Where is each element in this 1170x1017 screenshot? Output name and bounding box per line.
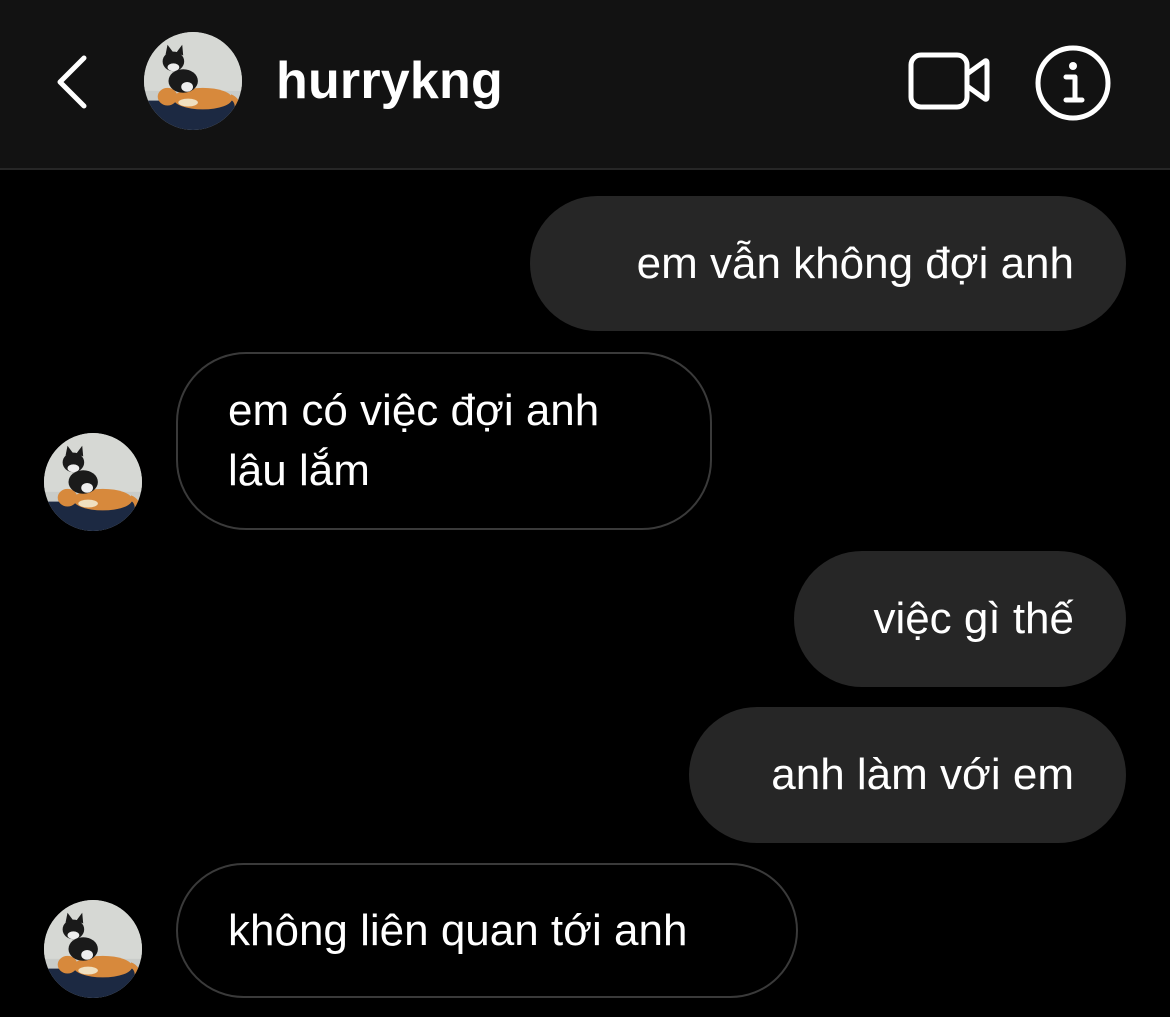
info-button[interactable] [1034,44,1112,122]
message-text: em có việc đợi anh lâu lắm [228,386,600,495]
message-bubble-outgoing[interactable]: anh làm với em [689,707,1126,843]
chat-screen: hurrykng em vẫn không đợi anh em có việc… [0,0,1170,1017]
message-text: anh làm với em [771,750,1074,799]
message-bubble-incoming[interactable]: không liên quan tới anh [176,863,798,998]
video-camera-icon [908,52,990,110]
username[interactable]: hurrykng [276,50,503,112]
message-bubble-incoming[interactable]: em có việc đợi anh lâu lắm [176,352,712,530]
avatar[interactable] [44,433,142,531]
video-call-button[interactable] [906,48,992,112]
message-text: không liên quan tới anh [228,905,688,955]
chat-header: hurrykng [0,0,1170,170]
avatar[interactable] [144,32,242,130]
avatar[interactable] [44,900,142,998]
message-text: em vẫn không đợi anh [636,238,1074,288]
message-text: việc gì thế [873,594,1074,643]
chevron-left-icon [57,55,87,109]
info-icon [1035,45,1111,121]
message-bubble-outgoing[interactable]: việc gì thế [794,551,1126,687]
message-bubble-outgoing[interactable]: em vẫn không đợi anh [530,196,1126,331]
back-button[interactable] [40,44,104,120]
